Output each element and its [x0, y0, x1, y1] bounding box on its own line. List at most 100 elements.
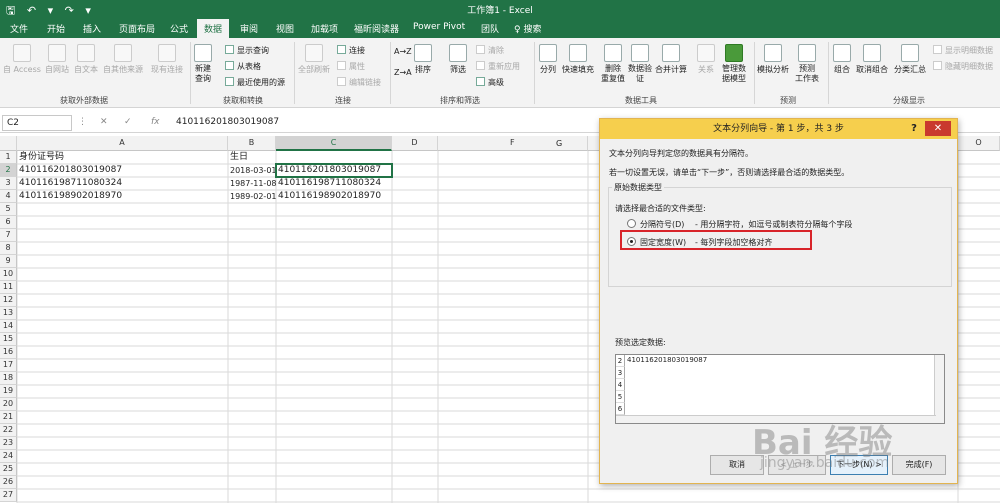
recent-sources-button[interactable]: 最近使用的源 — [225, 77, 285, 88]
row-header[interactable]: 2 — [0, 164, 17, 177]
row-header[interactable]: 18 — [0, 372, 17, 385]
row-header[interactable]: 7 — [0, 229, 17, 242]
row-header[interactable]: 21 — [0, 411, 17, 424]
close-button[interactable]: ✕ — [925, 121, 951, 136]
cell-b1[interactable]: 生日 — [228, 151, 276, 164]
cancel-icon[interactable]: ✕ — [100, 117, 108, 127]
from-other-sources-button[interactable]: 自其他来源 — [103, 44, 143, 75]
edit-links-button[interactable]: 编辑链接 — [337, 77, 381, 88]
row-header[interactable]: 19 — [0, 385, 17, 398]
name-box[interactable]: C2 — [2, 115, 72, 131]
properties-button[interactable]: 属性 — [337, 61, 365, 72]
tab-insert[interactable]: 插入 — [83, 22, 101, 35]
show-queries-button[interactable]: 显示查询 — [225, 45, 269, 56]
row-header[interactable]: 1 — [0, 151, 17, 164]
hide-detail-button[interactable]: 隐藏明细数据 — [933, 61, 993, 72]
column-header-a[interactable]: A — [17, 136, 228, 151]
cell-c3[interactable]: 410116198711080324 — [276, 177, 392, 190]
row-header[interactable]: 4 — [0, 190, 17, 203]
sort-ascending-button[interactable]: A→Z — [394, 47, 412, 56]
text-to-columns-button[interactable]: 分列 — [539, 44, 557, 75]
delimited-label[interactable]: 分隔符号(D) — [640, 219, 684, 230]
remove-duplicates-button[interactable]: 删除 重复值 — [601, 44, 625, 84]
enter-icon[interactable]: ✓ — [124, 117, 132, 127]
cell-b4[interactable]: 1989-02-01 — [228, 190, 276, 203]
flash-fill-button[interactable]: 快速填充 — [562, 44, 594, 75]
select-all-corner[interactable] — [0, 136, 17, 151]
row-header[interactable]: 11 — [0, 281, 17, 294]
data-preview[interactable]: 234567 410116201803019087 — [615, 354, 945, 424]
column-header-f[interactable]: F — [438, 136, 588, 151]
row-header[interactable]: 17 — [0, 359, 17, 372]
show-detail-button[interactable]: 显示明细数据 — [933, 45, 993, 56]
row-header[interactable]: 26 — [0, 476, 17, 489]
row-header[interactable]: 22 — [0, 424, 17, 437]
data-validation-button[interactable]: 数据验 证 — [628, 44, 652, 84]
tab-home[interactable]: 开始 — [47, 22, 65, 35]
row-header[interactable]: 14 — [0, 320, 17, 333]
column-header-b[interactable]: B — [228, 136, 276, 151]
cell-b2[interactable]: 2018-03-01 — [228, 164, 276, 177]
column-header-o[interactable]: O — [958, 136, 1000, 151]
ungroup-button[interactable]: 取消组合 — [856, 44, 888, 75]
tab-team[interactable]: 团队 — [481, 22, 499, 35]
manage-data-model-button[interactable]: 管理数 据模型 — [722, 44, 746, 84]
sort-button[interactable]: 排序 — [414, 44, 432, 75]
row-header[interactable]: 10 — [0, 268, 17, 281]
row-header[interactable]: 12 — [0, 294, 17, 307]
tab-data[interactable]: 数据 — [197, 19, 230, 38]
connections-button[interactable]: 连接 — [337, 45, 365, 56]
column-header-c[interactable]: C — [276, 136, 392, 151]
from-web-button[interactable]: 自网站 — [45, 44, 69, 75]
group-button[interactable]: 组合 — [833, 44, 851, 75]
tab-page-layout[interactable]: 页面布局 — [119, 22, 155, 35]
row-header[interactable]: 20 — [0, 398, 17, 411]
sort-descending-button[interactable]: Z→A — [394, 68, 412, 77]
tab-search[interactable]: ♀ 搜索 — [514, 22, 541, 35]
row-header[interactable]: 27 — [0, 489, 17, 502]
filter-button[interactable]: 筛选 — [449, 44, 467, 75]
cell-a3[interactable]: 410116198711080324 — [17, 177, 228, 190]
tab-review[interactable]: 审阅 — [240, 22, 258, 35]
cell-c4[interactable]: 410116198902018970 — [276, 190, 392, 203]
row-header[interactable]: 9 — [0, 255, 17, 268]
row-header[interactable]: 5 — [0, 203, 17, 216]
from-access-button[interactable]: 自 Access — [3, 44, 41, 75]
row-header[interactable]: 8 — [0, 242, 17, 255]
subtotal-button[interactable]: 分类汇总 — [894, 44, 926, 75]
tab-formulas[interactable]: 公式 — [170, 22, 188, 35]
forecast-sheet-button[interactable]: 预测 工作表 — [795, 44, 819, 84]
clear-filter-button[interactable]: 清除 — [476, 45, 504, 56]
row-header[interactable]: 25 — [0, 463, 17, 476]
tab-view[interactable]: 视图 — [276, 22, 294, 35]
tab-file[interactable]: 文件 — [10, 22, 28, 35]
formula-input[interactable]: 410116201803019087 — [176, 117, 279, 127]
tab-power-pivot[interactable]: Power Pivot — [413, 22, 465, 32]
relationships-button[interactable]: 关系 — [697, 44, 715, 75]
tab-foxit[interactable]: 福昕阅读器 — [354, 22, 399, 35]
row-header[interactable]: 23 — [0, 437, 17, 450]
more-icon[interactable]: ⋮ — [78, 117, 87, 127]
cell-a1[interactable]: 身份证号码 — [17, 151, 228, 164]
row-header[interactable]: 16 — [0, 346, 17, 359]
what-if-analysis-button[interactable]: 模拟分析 — [757, 44, 789, 75]
delimited-radio[interactable] — [627, 219, 636, 228]
cell-a4[interactable]: 410116198902018970 — [17, 190, 228, 203]
row-header[interactable]: 3 — [0, 177, 17, 190]
reapply-button[interactable]: 重新应用 — [476, 61, 520, 72]
consolidate-button[interactable]: 合并计算 — [655, 44, 687, 75]
finish-button[interactable]: 完成(F) — [892, 455, 946, 475]
column-header-d[interactable]: D — [392, 136, 438, 151]
row-header[interactable]: 24 — [0, 450, 17, 463]
advanced-filter-button[interactable]: 高级 — [476, 77, 504, 88]
refresh-all-button[interactable]: 全部刷新 — [298, 44, 330, 75]
existing-connections-button[interactable]: 现有连接 — [151, 44, 183, 75]
from-text-button[interactable]: 自文本 — [74, 44, 98, 75]
function-icon[interactable]: fx — [151, 117, 160, 127]
new-query-button[interactable]: 新建 查询 — [194, 44, 212, 84]
row-header[interactable]: 6 — [0, 216, 17, 229]
from-table-button[interactable]: 从表格 — [225, 61, 261, 72]
cell-a2[interactable]: 410116201803019087 — [17, 164, 228, 177]
row-header[interactable]: 13 — [0, 307, 17, 320]
help-button[interactable]: ? — [907, 119, 921, 139]
